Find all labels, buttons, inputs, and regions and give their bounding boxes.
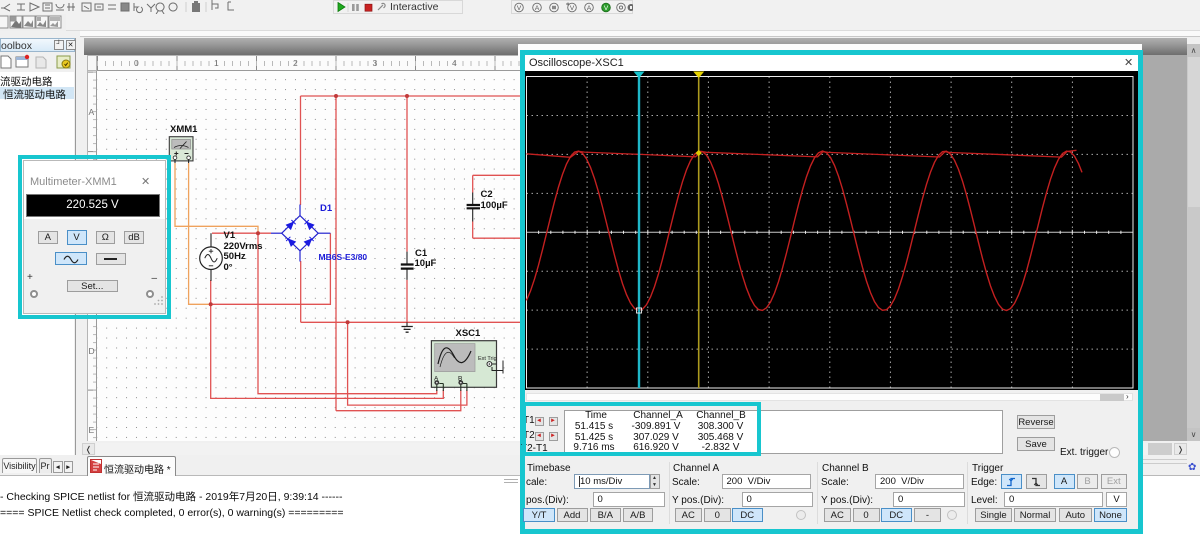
svg-text:Ext Trig: Ext Trig xyxy=(478,356,497,362)
